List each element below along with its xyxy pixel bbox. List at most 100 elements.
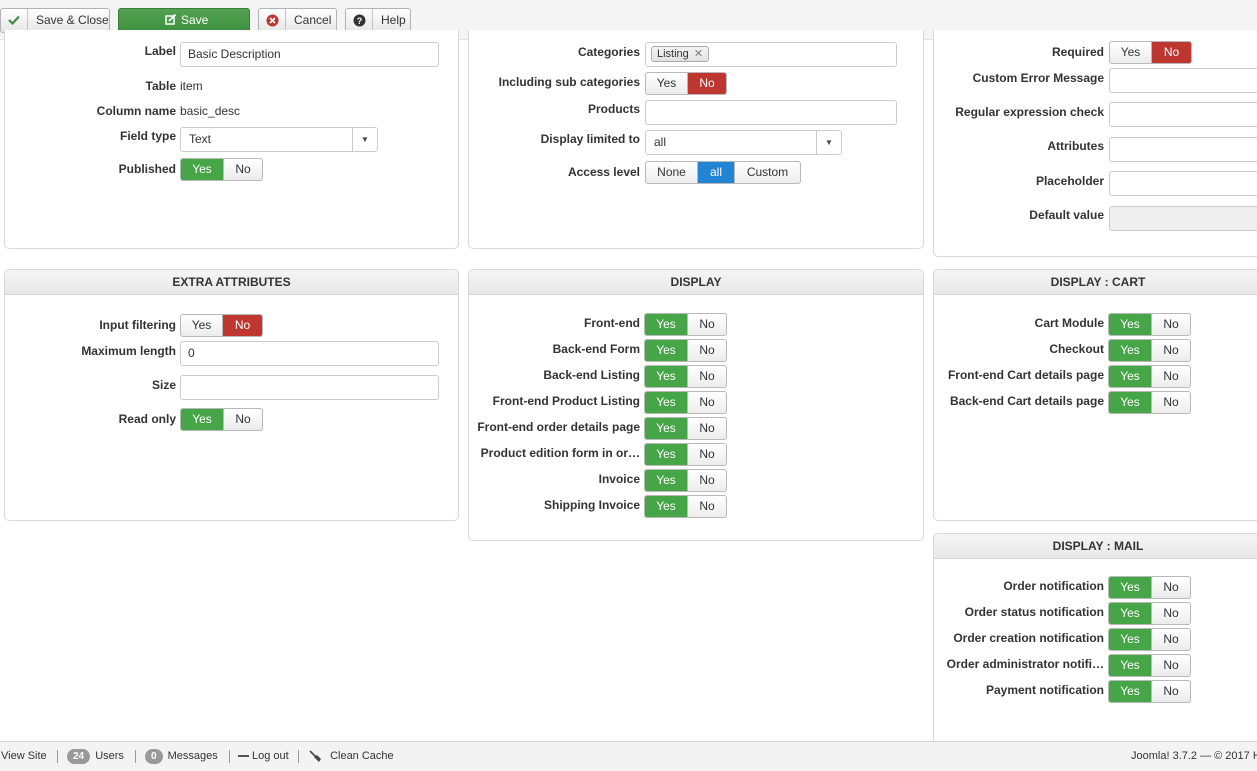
required-no[interactable]: No [1152,42,1191,63]
required-toggle[interactable]: Yes No [1109,41,1192,64]
display-cart-yes[interactable]: Yes [1109,340,1152,361]
label-input[interactable]: Basic Description [180,42,439,67]
view-site-link[interactable]: View Site [1,742,47,770]
display-cart-toggle[interactable]: Yes No [1108,313,1191,336]
display-toggle[interactable]: Yes No [644,443,727,466]
display-yes[interactable]: Yes [645,314,688,335]
display-mail-yes[interactable]: Yes [1109,681,1152,702]
display-mail-toggle[interactable]: Yes No [1108,654,1191,677]
logout-link[interactable]: Log out [238,742,289,770]
display-mail-yes[interactable]: Yes [1109,577,1152,598]
display-panel: DISPLAY Front-end Yes No Back-end Form Yes No… [468,269,924,541]
display-mail-no[interactable]: No [1152,655,1190,676]
display-row-label: Front-end order details page [477,420,640,434]
display-mail-toggle[interactable]: Yes No [1108,628,1191,651]
display-cart-no[interactable]: No [1152,366,1190,387]
display-row-label: Back-end Listing [543,368,640,382]
display-no[interactable]: No [688,366,726,387]
attributes-input[interactable] [1109,137,1257,162]
read-only-toggle[interactable]: Yes No [180,408,263,431]
display-toggle[interactable]: Yes No [644,391,727,414]
access-none[interactable]: None [646,162,698,183]
default-value-input[interactable] [1109,206,1257,231]
custom-error-input[interactable] [1109,68,1257,93]
display-yes[interactable]: Yes [645,366,688,387]
display-limited-select[interactable]: all ▼ [645,130,842,155]
display-cart-toggle[interactable]: Yes No [1108,391,1191,414]
published-yes[interactable]: Yes [181,159,224,180]
display-yes[interactable]: Yes [645,340,688,361]
chevron-down-icon: ▼ [352,128,377,151]
display-mail-no[interactable]: No [1152,629,1190,650]
display-no[interactable]: No [688,418,726,439]
display-row-label: Product edition form in or… [480,446,640,460]
display-toggle[interactable]: Yes No [644,365,727,388]
display-mail-toggle[interactable]: Yes No [1108,576,1191,599]
users-link[interactable]: 24 Users [67,742,124,770]
input-filtering-toggle[interactable]: Yes No [180,314,263,337]
products-input[interactable] [645,100,897,125]
display-toggle[interactable]: Yes No [644,417,727,440]
check-icon [1,9,28,32]
display-no[interactable]: No [688,496,726,517]
validation-panel: Required Yes No Custom Error Message Reg… [933,30,1257,257]
display-mail-yes[interactable]: Yes [1109,629,1152,650]
display-no[interactable]: No [688,340,726,361]
required-yes[interactable]: Yes [1110,42,1152,63]
messages-link[interactable]: 0 Messages [145,742,218,770]
display-mail-yes[interactable]: Yes [1109,655,1152,676]
display-yes[interactable]: Yes [645,444,688,465]
published-toggle[interactable]: Yes No [180,158,263,181]
access-custom[interactable]: Custom [735,162,800,183]
display-mail-no[interactable]: No [1152,681,1190,702]
display-no[interactable]: No [688,392,726,413]
chevron-down-icon: ▼ [816,131,841,154]
display-toggle[interactable]: Yes No [644,495,727,518]
subcategories-no[interactable]: No [688,73,726,94]
regex-input[interactable] [1109,102,1257,127]
display-no[interactable]: No [688,470,726,491]
display-cart-toggle[interactable]: Yes No [1108,339,1191,362]
input-filtering-yes[interactable]: Yes [181,315,223,336]
display-cart-yes[interactable]: Yes [1109,314,1152,335]
display-mail-no[interactable]: No [1152,577,1190,598]
display-no[interactable]: No [688,314,726,335]
published-no[interactable]: No [224,159,262,180]
display-cart-no[interactable]: No [1152,340,1190,361]
remove-icon[interactable]: ✕ [694,48,703,60]
display-cart-yes[interactable]: Yes [1109,392,1152,413]
display-no[interactable]: No [688,444,726,465]
display-cart-panel: DISPLAY : CART Cart Module Yes No Checkout Y… [933,269,1257,521]
display-yes[interactable]: Yes [645,496,688,517]
category-tag[interactable]: Listing ✕ [651,46,710,62]
display-cart-no[interactable]: No [1152,314,1190,335]
display-cart-yes[interactable]: Yes [1109,366,1152,387]
display-cart-title: DISPLAY : CART [934,270,1257,295]
field-type-select[interactable]: Text ▼ [180,127,378,152]
placeholder-input[interactable] [1109,171,1257,196]
default-value-label: Default value [1029,208,1104,222]
display-yes[interactable]: Yes [645,418,688,439]
read-only-no[interactable]: No [224,409,262,430]
display-toggle[interactable]: Yes No [644,313,727,336]
read-only-yes[interactable]: Yes [181,409,224,430]
display-cart-no[interactable]: No [1152,392,1190,413]
clean-cache-link[interactable]: Clean Cache [308,742,394,770]
max-length-input[interactable]: 0 [180,341,439,366]
display-yes[interactable]: Yes [645,392,688,413]
subcategories-toggle[interactable]: Yes No [645,72,727,95]
access-level-toggle[interactable]: None all Custom [645,161,801,184]
display-cart-toggle[interactable]: Yes No [1108,365,1191,388]
display-yes[interactable]: Yes [645,470,688,491]
display-toggle[interactable]: Yes No [644,469,727,492]
display-toggle[interactable]: Yes No [644,339,727,362]
input-filtering-no[interactable]: No [223,315,262,336]
subcategories-yes[interactable]: Yes [646,73,688,94]
display-mail-yes[interactable]: Yes [1109,603,1152,624]
display-mail-no[interactable]: No [1152,603,1190,624]
size-input[interactable] [180,375,439,400]
display-mail-toggle[interactable]: Yes No [1108,602,1191,625]
required-label: Required [1051,45,1104,59]
access-all[interactable]: all [698,162,735,183]
display-mail-toggle[interactable]: Yes No [1108,680,1191,703]
